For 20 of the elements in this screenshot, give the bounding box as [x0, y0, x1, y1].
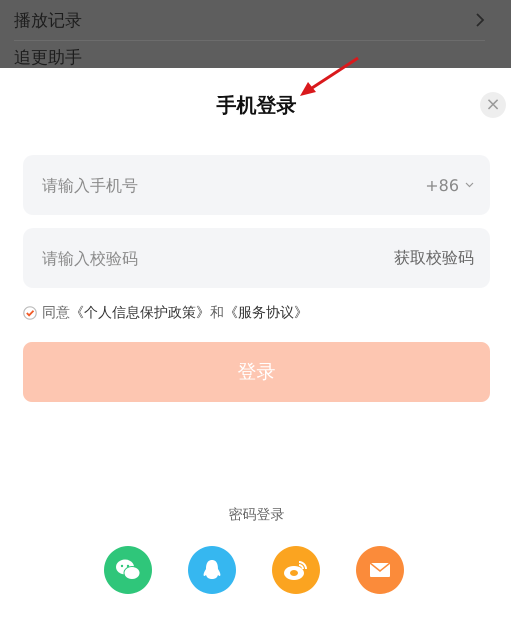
wechat-login-button[interactable] — [104, 546, 152, 594]
mail-login-button[interactable] — [356, 546, 404, 594]
privacy-policy-link[interactable]: 《个人信息保护政策》 — [70, 304, 210, 322]
annotation-arrow — [298, 56, 360, 98]
agree-text: 和 — [210, 304, 224, 322]
list-item-label: 播放记录 — [14, 10, 82, 32]
service-agreement-link[interactable]: 《服务协议》 — [224, 304, 308, 322]
get-code-button[interactable]: 获取校验码 — [394, 248, 474, 268]
chevron-down-icon — [465, 182, 474, 188]
password-login-link[interactable]: 密码登录 — [228, 506, 284, 524]
agree-text: 同意 — [42, 304, 70, 322]
chevron-icon — [475, 12, 485, 28]
agree-checkbox[interactable] — [23, 306, 37, 320]
weibo-login-button[interactable] — [272, 546, 320, 594]
list-item-label: 追更助手 — [14, 47, 82, 68]
sheet-title: 手机登录 — [216, 92, 296, 118]
code-field[interactable]: 请输入校验码 获取校验码 — [23, 228, 490, 288]
country-code-select[interactable]: +86 — [425, 176, 474, 194]
phone-field[interactable]: 请输入手机号 +86 — [23, 155, 490, 215]
qq-login-button[interactable] — [188, 546, 236, 594]
